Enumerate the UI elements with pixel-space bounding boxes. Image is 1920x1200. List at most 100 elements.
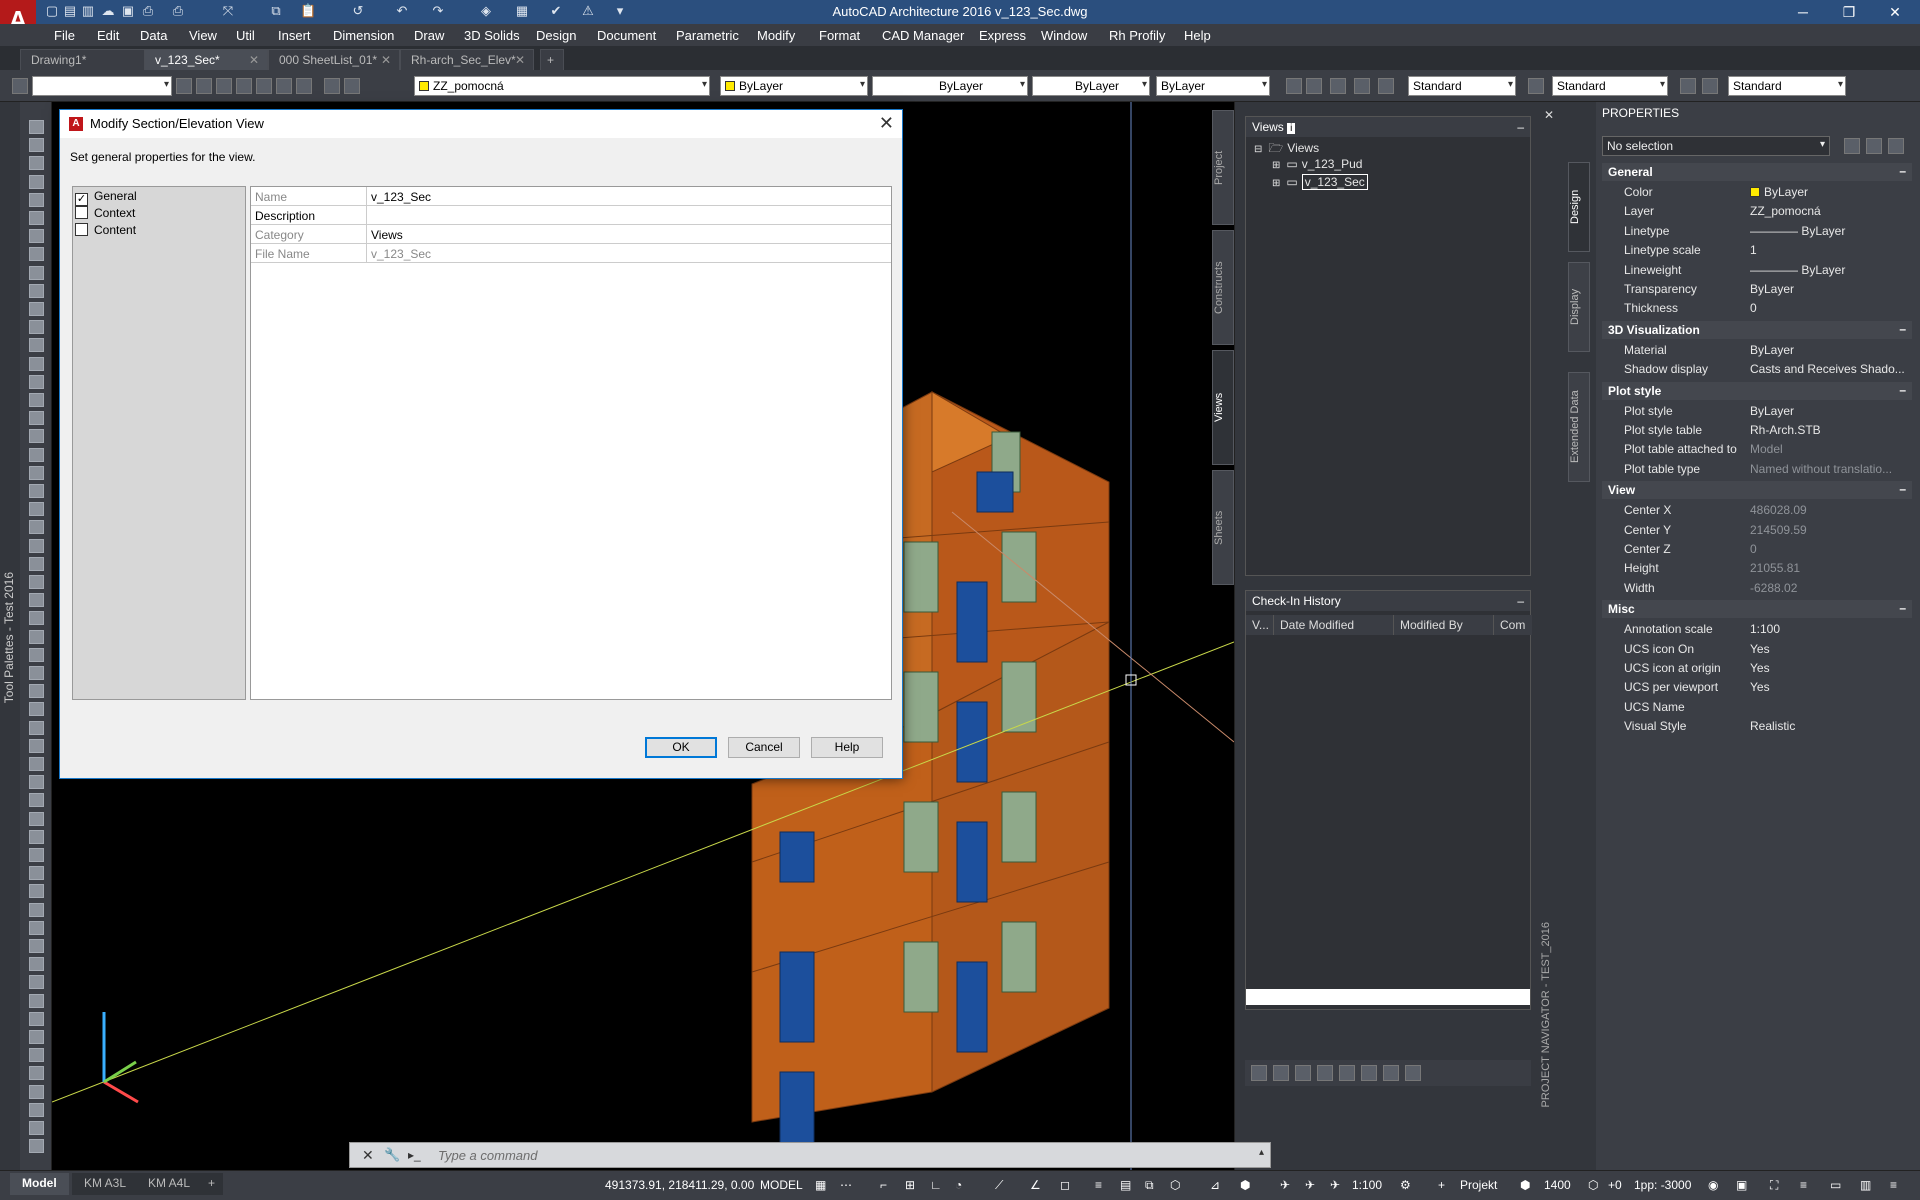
column-modified-by[interactable]: Modified By <box>1394 615 1494 635</box>
ortho-icon[interactable]: ∟ <box>930 1178 942 1192</box>
menu-draw[interactable]: Draw <box>414 28 444 43</box>
annotation-scale-icon[interactable]: ✈ <box>1330 1178 1340 1192</box>
extend-tool-icon[interactable] <box>29 811 44 826</box>
property-row[interactable]: UCS icon at origin Yes <box>1602 659 1912 678</box>
collapse-icon[interactable]: – <box>1899 383 1906 397</box>
divide-tool-icon[interactable] <box>29 957 44 972</box>
polar-icon[interactable]: ◔ <box>955 1178 962 1192</box>
property-row[interactable]: UCS per viewport Yes <box>1602 678 1912 697</box>
dialog-close-button[interactable]: ✕ <box>879 113 894 134</box>
name-input[interactable]: v_123_Sec <box>366 187 891 206</box>
pan-tool-icon[interactable] <box>29 1139 44 1154</box>
zone-tool-icon[interactable] <box>29 411 44 426</box>
property-row[interactable]: Linetype scale 1 <box>1602 241 1912 260</box>
clean-screen-icon[interactable]: ⛶ <box>1770 1178 1778 1193</box>
menu-3d-solids[interactable]: 3D Solids <box>464 28 520 43</box>
selection-cycle-icon[interactable]: ⧉ <box>1145 1178 1154 1193</box>
menu-window[interactable]: Window <box>1041 28 1087 43</box>
menu-view[interactable]: View <box>189 28 217 43</box>
array-tool-icon[interactable] <box>29 866 44 881</box>
circle-tool-icon[interactable] <box>29 174 44 189</box>
pn-close-icon[interactable]: ✕ <box>1544 108 1554 122</box>
hatch-tool-icon[interactable] <box>29 593 44 608</box>
property-row[interactable]: Annotation scale 1:100 <box>1602 620 1912 639</box>
menu-data[interactable]: Data <box>140 28 167 43</box>
select-objects-icon[interactable] <box>1866 138 1882 154</box>
menu-express[interactable]: Express <box>979 28 1026 43</box>
save-icon[interactable]: ▣ <box>120 3 136 19</box>
content-checkbox[interactable] <box>75 223 88 236</box>
roof-tool-icon[interactable] <box>29 302 44 316</box>
property-value-cell[interactable]: ZZ_pomocná <box>1750 204 1908 218</box>
layer-previous-icon[interactable] <box>324 78 340 94</box>
warning-icon[interactable]: ⚠ <box>580 3 596 19</box>
annotation-scale-value[interactable]: 1:100 <box>1352 1178 1382 1192</box>
property-row[interactable]: UCS icon On Yes <box>1602 640 1912 659</box>
layer-icon[interactable]: ◈ <box>478 3 494 19</box>
table-icon[interactable] <box>1354 78 1370 94</box>
pn-tab-project[interactable]: Project <box>1212 110 1234 225</box>
command-input[interactable]: Type a command <box>438 1148 537 1163</box>
layer-props-icon[interactable] <box>176 78 192 94</box>
add-view-icon[interactable] <box>1251 1065 1267 1081</box>
tab-rh-arch[interactable]: Rh-arch_Sec_Elev* ✕ <box>400 49 534 70</box>
quick-select-icon[interactable] <box>1844 138 1860 154</box>
explode-tool-icon[interactable] <box>29 884 44 899</box>
property-value-cell[interactable]: Realistic <box>1750 719 1908 733</box>
menu-parametric[interactable]: Parametric <box>676 28 739 43</box>
add-layout-button[interactable]: + <box>200 1173 224 1195</box>
wall-tool-icon[interactable] <box>29 211 44 225</box>
annotation-visibility-icon[interactable]: ✈ <box>1280 1178 1290 1192</box>
layer-states-icon[interactable] <box>196 78 212 94</box>
table-tool-icon[interactable] <box>29 1030 44 1044</box>
undo-icon[interactable]: ↶ <box>394 3 410 19</box>
workspace-combo[interactable]: ▾ <box>32 76 172 96</box>
point-tool-icon[interactable] <box>29 975 44 990</box>
view-tool-icon[interactable] <box>29 1084 44 1099</box>
elevation-icon[interactable]: ⬢ <box>1520 1178 1530 1192</box>
new-section-icon[interactable] <box>1295 1065 1311 1081</box>
section-3d-visualization[interactable]: 3D Visualization – <box>1602 320 1912 339</box>
door-tool-icon[interactable] <box>29 229 44 244</box>
close-icon[interactable]: ✕ <box>362 1147 374 1164</box>
section-tool-icon[interactable] <box>29 502 44 517</box>
lineweight-combo[interactable]: ByLayer ▾ <box>1032 76 1150 96</box>
category-general[interactable]: ✓ General <box>75 189 137 206</box>
leader-tool-icon[interactable] <box>29 1048 44 1063</box>
refresh-icon[interactable] <box>1383 1065 1399 1081</box>
line-tool-icon[interactable] <box>29 138 44 153</box>
column-tool-icon[interactable] <box>29 338 44 353</box>
menu-cad-manager[interactable]: CAD Manager <box>882 28 964 43</box>
property-row[interactable]: Plot style ByLayer <box>1602 402 1912 421</box>
property-value-cell[interactable]: Casts and Receives Shado... <box>1750 362 1908 376</box>
new-model-view-icon[interactable] <box>1273 1065 1289 1081</box>
property-value-cell[interactable]: -6288.02 <box>1750 581 1908 595</box>
property-row[interactable]: Shadow display Casts and Receives Shado..… <box>1602 360 1912 379</box>
command-line[interactable]: ✕ 🔧 ▸_ Type a command ▴ <box>349 1142 1271 1168</box>
property-row[interactable]: Center Y 214509.59 <box>1602 521 1912 540</box>
context-checkbox[interactable] <box>75 206 88 219</box>
mirror-tool-icon[interactable] <box>29 757 44 771</box>
callout-tool-icon[interactable] <box>29 538 44 553</box>
command-prompt-icon[interactable]: ▸_ <box>408 1148 421 1162</box>
text-edit-icon[interactable] <box>1702 78 1718 94</box>
textstyle-combo[interactable]: Standard ▾ <box>1408 76 1516 96</box>
ucs-tool-icon[interactable] <box>29 1066 44 1081</box>
menu-help[interactable]: Help <box>1184 28 1211 43</box>
linetype-combo[interactable]: ByLayer ▾ <box>872 76 1028 96</box>
layout-tab-model[interactable]: Model <box>10 1173 69 1195</box>
property-row[interactable]: Plot table attached to Model <box>1602 440 1912 459</box>
restore-button[interactable]: ❐ <box>1826 0 1872 24</box>
copy-tool-icon[interactable] <box>29 702 44 717</box>
cancel-button[interactable]: Cancel <box>728 737 800 758</box>
section-misc[interactable]: Misc – <box>1602 600 1912 619</box>
property-row[interactable]: Thickness 0 <box>1602 299 1912 318</box>
isodraft-icon[interactable]: ⟋ <box>995 1178 1003 1193</box>
open-icon[interactable]: ▤ <box>62 3 78 19</box>
slab-tool-icon[interactable] <box>29 320 44 335</box>
property-value-cell[interactable]: Yes <box>1750 661 1908 675</box>
column-version[interactable]: V... <box>1246 615 1274 635</box>
property-value-cell[interactable]: Yes <box>1750 680 1908 694</box>
layer-off-icon[interactable] <box>276 78 292 94</box>
close-icon[interactable]: ✕ <box>381 53 391 67</box>
